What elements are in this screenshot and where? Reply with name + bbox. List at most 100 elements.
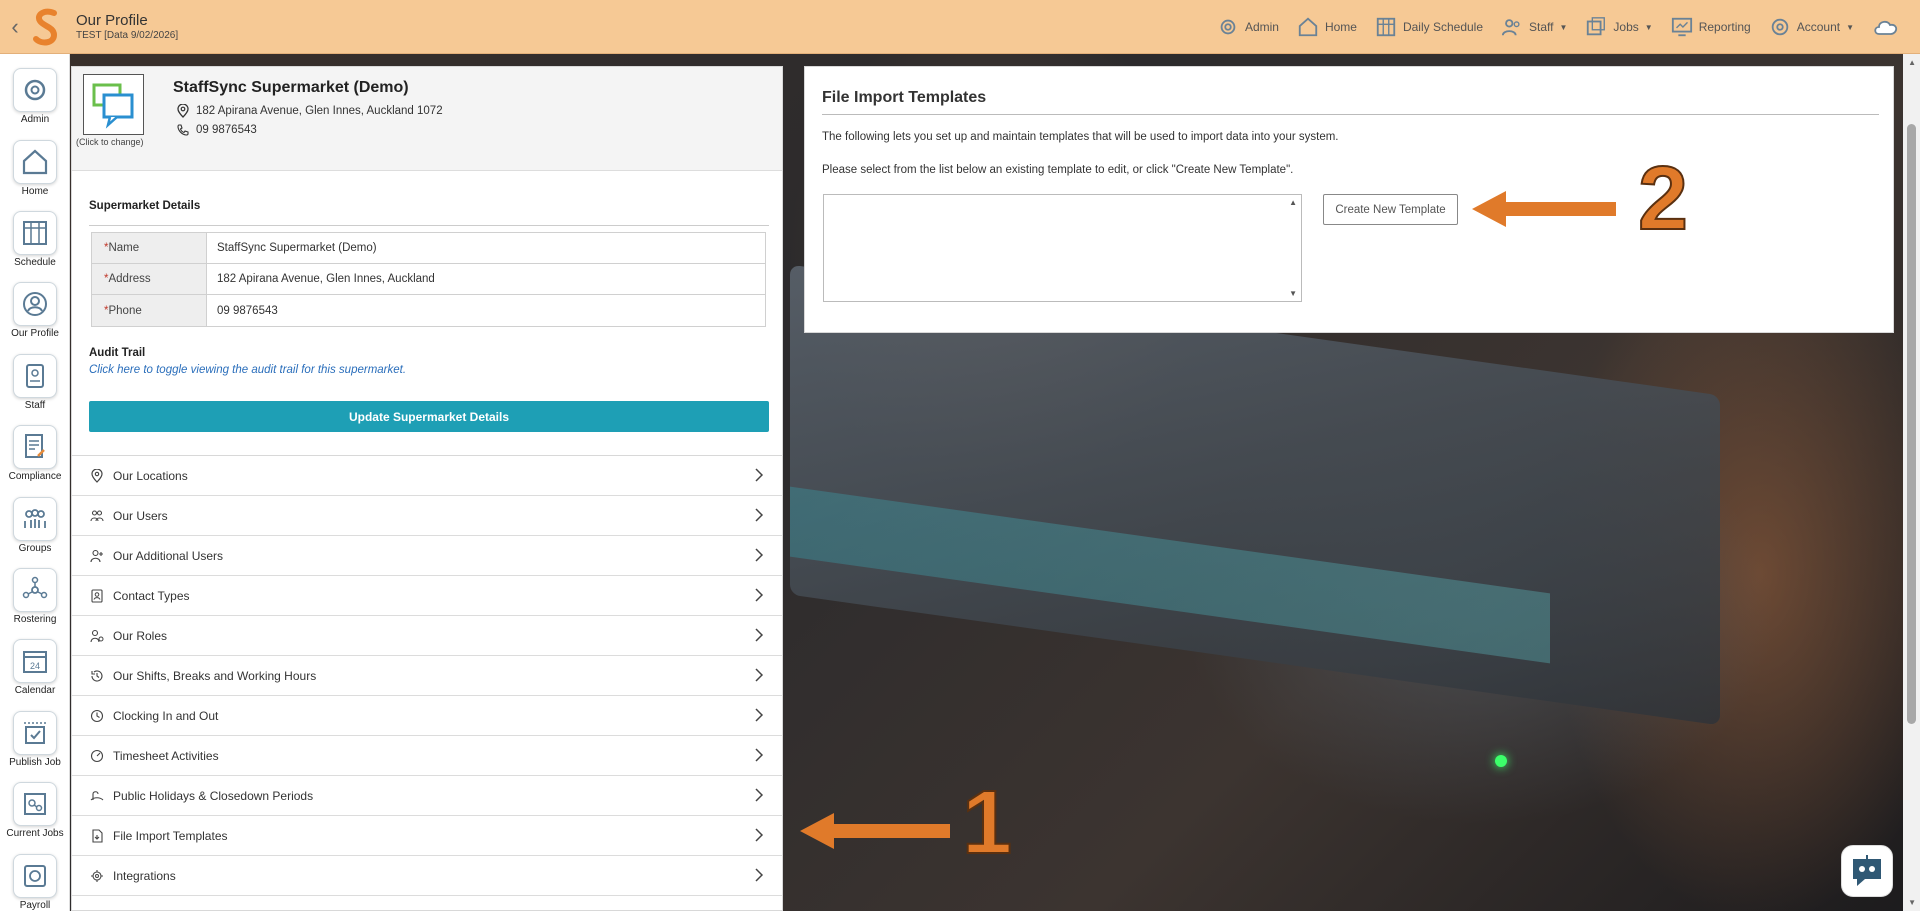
sidebar-icon-box (13, 354, 57, 398)
chatbot-button[interactable] (1841, 845, 1893, 897)
schedule-icon (23, 221, 47, 245)
page-scrollbar[interactable] (1903, 54, 1920, 911)
publish-job-icon (24, 722, 46, 744)
sidebar-item-home[interactable]: Home (0, 140, 70, 197)
sidebar-item-compliance[interactable]: Compliance (0, 425, 70, 482)
gear-icon (24, 79, 46, 101)
company-phone-text: 09 9876543 (196, 124, 257, 136)
file-import-intro: The following lets you set up and mainta… (822, 131, 1339, 143)
chevron-right-icon (755, 788, 764, 802)
sidebar-item-current-jobs[interactable]: Current Jobs (0, 782, 70, 839)
chevron-right-icon (755, 548, 764, 562)
sidebar-icon-box (13, 497, 57, 541)
nav-account[interactable]: Account ▼ (1769, 16, 1854, 38)
home-icon (22, 149, 48, 175)
page-title: Our Profile (76, 12, 148, 29)
chevron-right-icon (755, 668, 764, 682)
sidebar-label: Payroll (19, 900, 51, 911)
company-logo-icon (92, 83, 134, 129)
nav-reporting-label: Reporting (1698, 20, 1751, 34)
menu-item-our-shifts[interactable]: Our Shifts, Breaks and Working Hours (72, 656, 782, 696)
sidebar-item-groups[interactable]: Groups (0, 497, 70, 554)
nav-home[interactable]: Home (1297, 16, 1357, 38)
detail-row-name: * Name StaffSync Supermarket (Demo) (92, 233, 765, 264)
back-chevron-icon[interactable]: ‹ (4, 14, 26, 40)
nav-reporting[interactable]: Reporting (1671, 16, 1751, 38)
name-field[interactable]: StaffSync Supermarket (Demo) (207, 233, 765, 263)
menu-item-label: Clocking In and Out (113, 708, 219, 723)
nav-staff-label: Staff (1529, 20, 1554, 34)
profile-header: (Click to change) StaffSync Supermarket … (72, 67, 782, 171)
profile-icon (23, 292, 47, 316)
menu-item-contact-types[interactable]: Contact Types (72, 576, 782, 616)
logo-caption[interactable]: (Click to change) (76, 137, 144, 147)
sidebar-label: Calendar (14, 685, 56, 696)
sidebar-icon-box: 24 (13, 639, 57, 683)
sidebar-label: Groups (18, 543, 52, 554)
menu-item-label: Timesheet Activities (113, 748, 219, 763)
sidebar-icon-box (13, 854, 57, 898)
menu-item-label: Our Locations (113, 468, 188, 483)
file-import-title: File Import Templates (822, 89, 987, 106)
profile-menu-list: Our Locations Our Users Our Additional U… (71, 455, 783, 911)
staff-icon (26, 364, 44, 388)
menu-item-our-roles[interactable]: Our Roles (72, 616, 782, 656)
scroll-down-arrow-icon[interactable]: ▼ (1908, 898, 1916, 907)
sidebar-item-publish-job[interactable]: Publish Job (0, 711, 70, 768)
sidebar-icon-box (13, 711, 57, 755)
nav-daily-schedule[interactable]: Daily Schedule (1375, 16, 1483, 38)
map-pin-icon (177, 104, 189, 118)
address-field[interactable]: 182 Apirana Avenue, Glen Innes, Auckland (207, 264, 765, 294)
nav-staff[interactable]: Staff ▼ (1501, 16, 1567, 38)
sidebar-item-rostering[interactable]: Rostering (0, 568, 70, 625)
jobs-icon (1587, 17, 1606, 36)
sidebar-item-calendar[interactable]: 24 Calendar (0, 639, 70, 696)
company-logo[interactable] (83, 74, 144, 135)
nav-jobs-label: Jobs (1613, 20, 1639, 34)
nav-cloud[interactable] (1872, 15, 1900, 39)
sidebar-label: Home (21, 186, 49, 197)
phone-field[interactable]: 09 9876543 (207, 295, 765, 326)
location-icon (91, 468, 103, 483)
sidebar-item-admin[interactable]: Admin (0, 68, 70, 125)
menu-item-file-import-templates[interactable]: File Import Templates (72, 816, 782, 856)
page-scrollbar-thumb[interactable] (1907, 124, 1916, 724)
menu-item-our-users[interactable]: Our Users (72, 496, 782, 536)
nav-jobs[interactable]: Jobs ▼ (1585, 16, 1653, 38)
menu-item-public-holidays[interactable]: Public Holidays & Closedown Periods (72, 776, 782, 816)
detail-row-phone: * Phone 09 9876543 (92, 295, 765, 326)
sidebar-icon-box (13, 211, 57, 255)
scroll-up-arrow-icon[interactable]: ▲ (1908, 58, 1916, 67)
led-light (1495, 755, 1507, 767)
file-import-instructions: Please select from the list below an exi… (822, 164, 1294, 176)
menu-item-clocking-in-out[interactable]: Clocking In and Out (72, 696, 782, 736)
sidebar-icon-box (13, 425, 57, 469)
menu-item-integrations[interactable]: Integrations (72, 856, 782, 896)
users-icon (90, 509, 104, 521)
audit-title: Audit Trail (89, 347, 146, 359)
sidebar-item-payroll[interactable]: Payroll (0, 854, 70, 911)
nav-admin[interactable]: Admin (1217, 16, 1279, 38)
caret-down-icon: ▼ (1846, 22, 1854, 32)
sidebar-icon-box (13, 282, 57, 326)
sidebar-item-our-profile[interactable]: Our Profile (0, 282, 70, 339)
detail-label: * Address (92, 264, 207, 294)
sidebar-item-staff[interactable]: Staff (0, 354, 70, 411)
scroll-down-icon[interactable]: ▼ (1289, 289, 1297, 298)
detail-label: * Phone (92, 295, 207, 326)
chevron-right-icon (755, 588, 764, 602)
create-new-template-button[interactable]: Create New Template (1323, 194, 1458, 225)
menu-item-our-additional-users[interactable]: Our Additional Users (72, 536, 782, 576)
menu-item-our-locations[interactable]: Our Locations (72, 456, 782, 496)
audit-trail-link[interactable]: Click here to toggle viewing the audit t… (89, 364, 406, 376)
sidebar-item-schedule[interactable]: Schedule (0, 211, 70, 268)
template-listbox[interactable]: ▲ ▼ (823, 194, 1302, 302)
gear-icon (1220, 19, 1236, 35)
scroll-up-icon[interactable]: ▲ (1289, 198, 1297, 207)
annotation-number-1: 1 (961, 772, 1013, 874)
update-details-button[interactable]: Update Supermarket Details (89, 401, 769, 432)
chevron-right-icon (755, 868, 764, 882)
app-logo-icon[interactable] (30, 7, 64, 47)
menu-item-timesheet-activities[interactable]: Timesheet Activities (72, 736, 782, 776)
nav-admin-label: Admin (1244, 20, 1279, 34)
